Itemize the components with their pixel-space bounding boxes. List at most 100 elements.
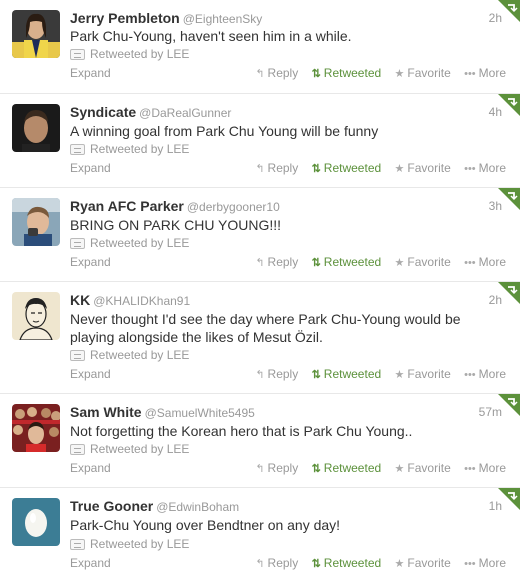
ellipsis-icon: ••• [464, 558, 476, 570]
avatar[interactable] [12, 292, 60, 340]
tweet-username[interactable]: @DaRealGunner [139, 106, 231, 120]
favorite-label: Favorite [407, 255, 451, 269]
expand-link[interactable]: Expand [70, 461, 111, 475]
tweet-fullname[interactable]: True Gooner [70, 498, 153, 514]
retweet-icon [70, 144, 85, 155]
favorite-label: Favorite [407, 461, 451, 475]
more-button[interactable]: ••• More [464, 556, 506, 570]
more-button[interactable]: ••• More [464, 461, 506, 475]
tweet[interactable]: Ryan AFC Parker @derbygooner10 3h BRING O… [0, 188, 520, 282]
reply-button[interactable]: ↰ Reply [255, 367, 298, 381]
tweet[interactable]: True Gooner @EdwinBoham 1h Park-Chu Young… [0, 488, 520, 581]
tweet-username[interactable]: @KHALIDKhan91 [93, 294, 190, 308]
avatar[interactable] [12, 10, 60, 58]
reply-button[interactable]: ↰ Reply [255, 556, 298, 570]
tweet-text: Park Chu-Young, haven't seen him in a wh… [70, 28, 352, 44]
retweet-button[interactable]: ⇅ Retweeted [312, 255, 382, 269]
reply-button[interactable]: ↰ Reply [255, 461, 298, 475]
retweet-icon: ⇅ [311, 463, 321, 475]
reply-icon: ↰ [255, 68, 265, 80]
tweet-text: A winning goal from Park Chu Young will … [70, 123, 379, 139]
favorite-button[interactable]: ★ Favorite [395, 255, 451, 269]
tweet-fullname[interactable]: Syndicate [70, 104, 136, 120]
favorite-button[interactable]: ★ Favorite [395, 556, 451, 570]
tweet-actions: ↰ Reply ⇅ Retweeted ★ Favorite ••• More [245, 556, 506, 570]
expand-link[interactable]: Expand [70, 161, 111, 175]
tweet-actions: ↰ Reply ⇅ Retweeted ★ Favorite ••• More [245, 367, 506, 381]
avatar[interactable] [12, 104, 60, 152]
favorite-label: Favorite [407, 367, 451, 381]
retweet-button[interactable]: ⇅ Retweeted [312, 66, 382, 80]
favorite-button[interactable]: ★ Favorite [395, 66, 451, 80]
more-label: More [478, 367, 506, 381]
more-button[interactable]: ••• More [464, 161, 506, 175]
avatar[interactable] [12, 498, 60, 546]
retweet-button[interactable]: ⇅ Retweeted [312, 161, 382, 175]
expand-link[interactable]: Expand [70, 556, 111, 570]
tweet-fullname[interactable]: Ryan AFC Parker [70, 198, 184, 214]
ellipsis-icon: ••• [464, 369, 476, 381]
tweet-stream: Jerry Pembleton @EighteenSky 2h Park Chu-… [0, 0, 520, 581]
tweet-actions: ↰ Reply ⇅ Retweeted ★ Favorite ••• More [245, 66, 506, 80]
favorite-label: Favorite [407, 66, 451, 80]
star-icon: ★ [394, 369, 405, 381]
tweet-username[interactable]: @EdwinBoham [156, 500, 239, 514]
star-icon: ★ [394, 68, 405, 80]
more-button[interactable]: ••• More [464, 66, 506, 80]
tweet-fullname[interactable]: Sam White [70, 404, 142, 420]
tweet-actions: ↰ Reply ⇅ Retweeted ★ Favorite ••• More [245, 461, 506, 475]
retweet-context: Retweeted by LEE [70, 348, 189, 364]
tweet[interactable]: Jerry Pembleton @EighteenSky 2h Park Chu-… [0, 0, 520, 94]
retweeted-corner-icon [498, 488, 520, 510]
favorite-button[interactable]: ★ Favorite [395, 367, 451, 381]
reply-icon: ↰ [255, 257, 265, 269]
retweet-context: Retweeted by LEE [70, 442, 189, 458]
expand-link[interactable]: Expand [70, 367, 111, 381]
reply-button[interactable]: ↰ Reply [255, 161, 298, 175]
more-button[interactable]: ••• More [464, 367, 506, 381]
avatar[interactable] [12, 198, 60, 246]
retweet-icon [70, 49, 85, 60]
retweet-icon: ⇅ [311, 68, 321, 80]
favorite-label: Favorite [407, 556, 451, 570]
more-label: More [478, 255, 506, 269]
tweet-username[interactable]: @derbygooner10 [187, 200, 280, 214]
reply-label: Reply [267, 556, 299, 570]
retweet-context-label: Retweeted by LEE [90, 537, 190, 551]
tweet-text: BRING ON PARK CHU YOUNG!!! [70, 217, 282, 233]
expand-link[interactable]: Expand [70, 255, 111, 269]
avatar[interactable] [12, 404, 60, 452]
retweeted-corner-icon [498, 94, 520, 116]
reply-button[interactable]: ↰ Reply [255, 66, 298, 80]
tweet-username[interactable]: @SamuelWhite5495 [145, 406, 255, 420]
retweeted-corner-icon [498, 282, 520, 304]
ellipsis-icon: ••• [464, 163, 476, 175]
retweet-context: Retweeted by LEE [70, 47, 189, 63]
tweet-header: Jerry Pembleton @EighteenSky [70, 10, 490, 28]
ellipsis-icon: ••• [464, 257, 476, 269]
more-label: More [478, 556, 506, 570]
retweet-button[interactable]: ⇅ Retweeted [312, 556, 382, 570]
favorite-label: Favorite [407, 161, 451, 175]
tweet-fullname[interactable]: KK [70, 292, 90, 308]
more-button[interactable]: ••• More [464, 255, 506, 269]
tweet[interactable]: KK @KHALIDKhan91 2h Never thought I'd see… [0, 282, 520, 394]
tweet-username[interactable]: @EighteenSky [183, 12, 263, 26]
retweet-button[interactable]: ⇅ Retweeted [312, 461, 382, 475]
tweet-text: Park-Chu Young over Bendtner on any day! [70, 517, 341, 533]
tweet-actions: ↰ Reply ⇅ Retweeted ★ Favorite ••• More [245, 255, 506, 269]
tweet-text: Never thought I'd see the day where Park… [70, 311, 461, 345]
more-label: More [478, 461, 506, 475]
tweet[interactable]: Sam White @SamuelWhite5495 57m Not forget… [0, 394, 520, 488]
star-icon: ★ [394, 463, 405, 475]
tweet-fullname[interactable]: Jerry Pembleton [70, 10, 180, 26]
expand-link[interactable]: Expand [70, 66, 111, 80]
retweet-button[interactable]: ⇅ Retweeted [312, 367, 382, 381]
favorite-button[interactable]: ★ Favorite [395, 161, 451, 175]
reply-label: Reply [267, 66, 299, 80]
ellipsis-icon: ••• [464, 463, 476, 475]
tweet[interactable]: Syndicate @DaRealGunner 4h A winning goal… [0, 94, 520, 188]
favorite-button[interactable]: ★ Favorite [395, 461, 451, 475]
reply-button[interactable]: ↰ Reply [255, 255, 298, 269]
retweet-context-label: Retweeted by LEE [90, 236, 190, 250]
